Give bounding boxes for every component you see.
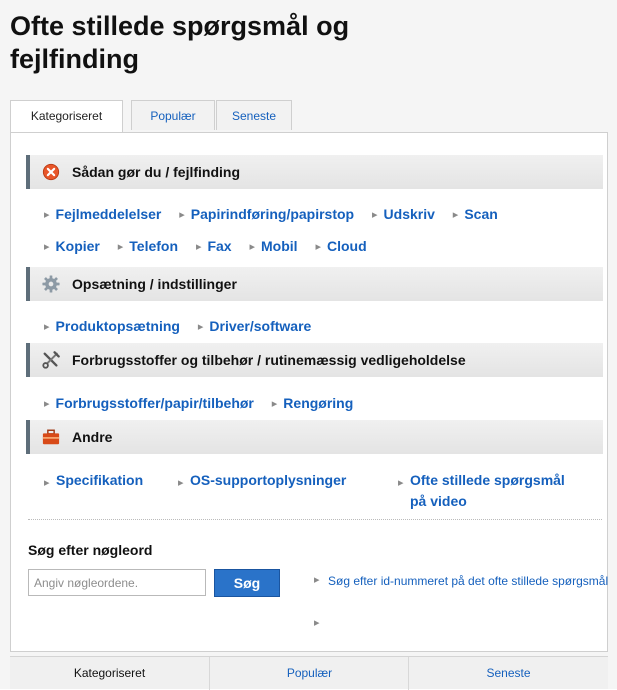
- link-os-supportoplysninger[interactable]: OS-supportoplysninger: [178, 470, 346, 494]
- link-fejlmeddelelser[interactable]: Fejlmeddelelser: [44, 206, 162, 222]
- link-fax[interactable]: Fax: [196, 238, 231, 254]
- search-button[interactable]: Søg: [214, 569, 280, 597]
- link-specifikation[interactable]: Specifikation: [44, 470, 143, 494]
- link-kopier[interactable]: Kopier: [44, 238, 100, 254]
- toolbox-icon: [42, 429, 60, 445]
- tab-populaer[interactable]: Populær: [131, 100, 215, 130]
- link-produktopsaetning[interactable]: Produktopsætning: [44, 318, 180, 334]
- link-arrow-icon: ▸: [314, 617, 320, 629]
- page-title: Ofte stillede spørgsmål og fejlfinding: [10, 11, 350, 74]
- link-cloud[interactable]: Cloud: [315, 238, 367, 254]
- section-header-setup: Opsætning / indstillinger: [26, 267, 603, 301]
- section-header-supplies: Forbrugsstoffer og tilbehør / rutinemæss…: [26, 343, 603, 377]
- link-rengoering[interactable]: Rengøring: [272, 395, 353, 411]
- link-forbrugsstoffer[interactable]: Forbrugsstoffer/papir/tilbehør: [44, 395, 254, 411]
- link-row: Fejlmeddelelser Papirindføring/papirstop…: [44, 206, 512, 222]
- link-driver-software[interactable]: Driver/software: [198, 318, 311, 334]
- section-title: Andre: [72, 429, 113, 445]
- tab-kategoriseret[interactable]: Kategoriseret: [10, 100, 123, 133]
- link-row: Produktopsætning Driver/software: [44, 318, 325, 334]
- link-scan[interactable]: Scan: [453, 206, 497, 222]
- section-title: Sådan gør du / fejlfinding: [72, 164, 240, 180]
- tab-bar: Kategoriseret Populær Seneste: [10, 100, 610, 133]
- section-title: Forbrugsstoffer og tilbehør / rutinemæss…: [72, 352, 466, 368]
- gear-icon: [42, 275, 60, 293]
- link-telefon[interactable]: Telefon: [118, 238, 178, 254]
- section-title: Opsætning / indstillinger: [72, 276, 237, 292]
- link-papirindfoering[interactable]: Papirindføring/papirstop: [179, 206, 354, 222]
- tab-seneste[interactable]: Seneste: [216, 100, 292, 130]
- bottom-tab-populaer[interactable]: Populær: [209, 657, 409, 690]
- divider: [28, 519, 602, 520]
- tools-icon: [42, 351, 60, 369]
- link-mobil[interactable]: Mobil: [249, 238, 298, 254]
- bottom-tab-kategoriseret[interactable]: Kategoriseret: [10, 657, 209, 690]
- section-header-howto: Sådan gør du / fejlfinding: [26, 155, 603, 189]
- section-header-andre: Andre: [26, 420, 603, 454]
- link-row: Forbrugsstoffer/papir/tilbehør Rengøring: [44, 395, 367, 411]
- link-faq-video[interactable]: Ofte stillede spørgsmål på video: [398, 470, 580, 512]
- link-udskriv[interactable]: Udskriv: [372, 206, 435, 222]
- bottom-tab-seneste[interactable]: Seneste: [408, 657, 608, 690]
- bottom-tab-bar: Kategoriseret Populær Seneste: [10, 656, 608, 690]
- error-circle-icon: [42, 163, 60, 181]
- keyword-search-input[interactable]: [28, 569, 206, 596]
- link-arrow-icon: ▸: [314, 574, 320, 586]
- search-heading: Søg efter nøgleord: [28, 542, 153, 558]
- link-row: Kopier Telefon Fax Mobil Cloud: [44, 238, 381, 254]
- search-by-id-link[interactable]: Søg efter id-nummeret på det ofte stille…: [328, 573, 617, 590]
